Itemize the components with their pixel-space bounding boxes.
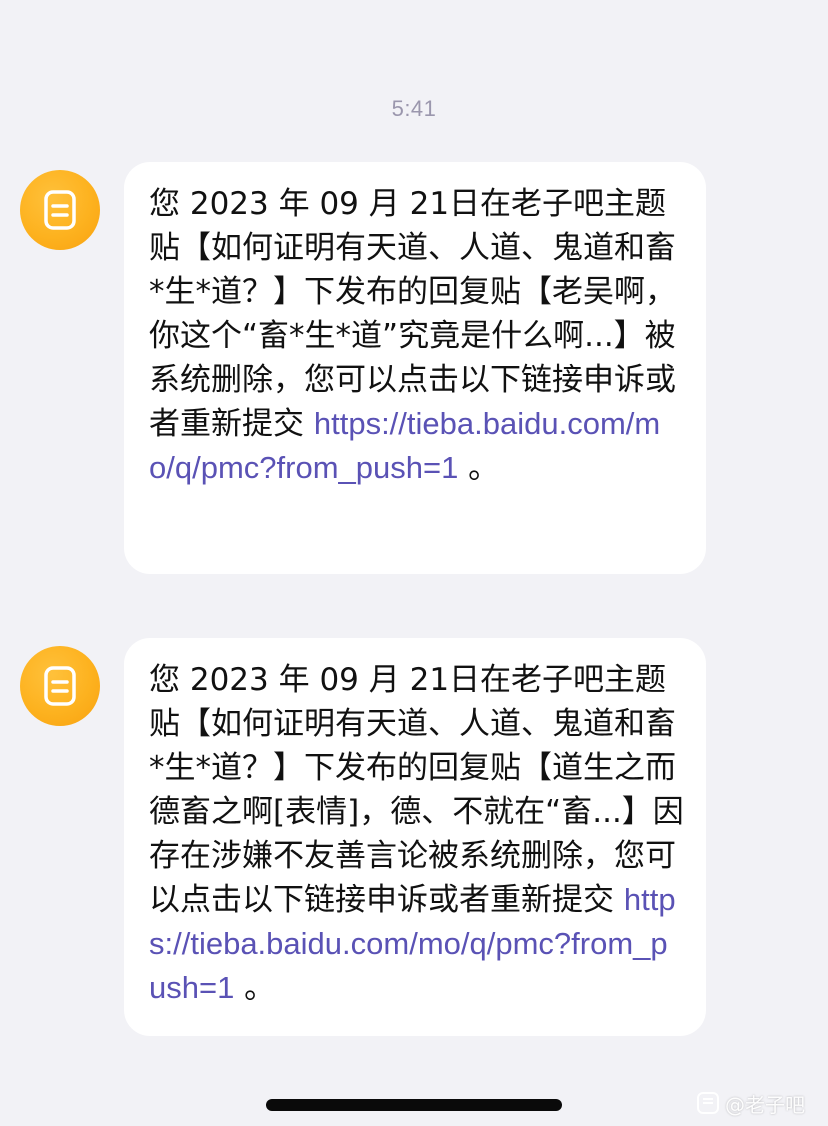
message-bubble[interactable]: 您 2023 年 09 月 21日在老子吧主题贴【如何证明有天道、人道、鬼道和畜… <box>124 638 706 1036</box>
notes-icon <box>44 190 76 230</box>
tieba-icon <box>697 1092 719 1114</box>
sender-avatar[interactable] <box>20 170 100 250</box>
notes-icon <box>44 666 76 706</box>
watermark-text: @老子吧 <box>725 1092 805 1117</box>
watermark: @老子吧 <box>697 1089 805 1117</box>
message-text: 您 2023 年 09 月 21日在老子吧主题贴【如何证明有天道、人道、鬼道和畜… <box>149 662 684 918</box>
sender-avatar[interactable] <box>20 646 100 726</box>
message-suffix: 。 <box>234 970 276 1006</box>
message-bubble[interactable]: 您 2023 年 09 月 21日在老子吧主题贴【如何证明有天道、人道、鬼道和畜… <box>124 162 706 574</box>
message-text: 您 2023 年 09 月 21日在老子吧主题贴【如何证明有天道、人道、鬼道和畜… <box>149 186 676 442</box>
message-suffix: 。 <box>458 450 500 486</box>
message-timestamp: 5:41 <box>391 96 437 121</box>
home-indicator[interactable] <box>266 1099 562 1111</box>
